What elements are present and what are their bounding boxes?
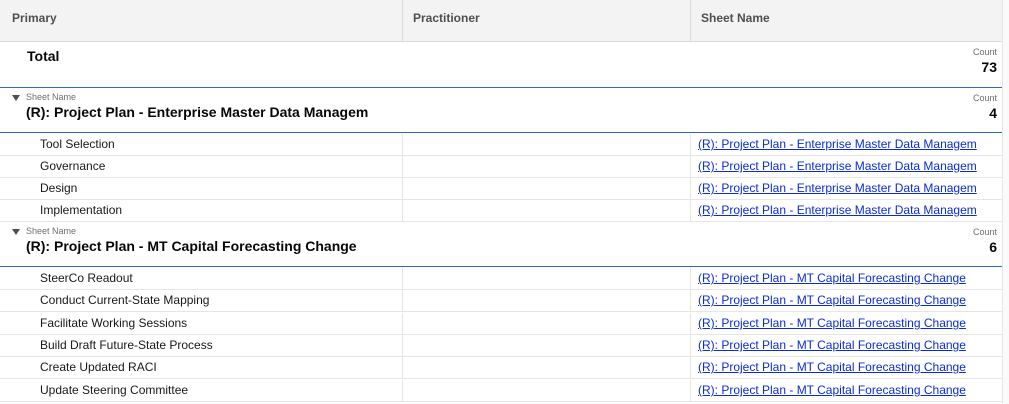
sheet-name-cell: (R): Project Plan - MT Capital Forecasti… (691, 268, 1002, 290)
table-row: Build Draft Future-State Process (R): Pr… (0, 335, 1002, 357)
practitioner-cell (403, 290, 691, 312)
group-count-label: Count (972, 93, 997, 103)
primary-cell: Build Draft Future-State Process (0, 335, 403, 357)
sheet-name-link[interactable]: (R): Project Plan - MT Capital Forecasti… (698, 316, 966, 330)
triangle-down-icon[interactable] (12, 95, 20, 101)
report-table: Primary Practitioner Sheet Name Total Co… (0, 0, 1009, 404)
group-field-label: Sheet Name (26, 226, 77, 236)
table-header: Primary Practitioner Sheet Name (0, 0, 1002, 42)
practitioner-cell (403, 200, 691, 222)
sheet-name-cell: (R): Project Plan - Enterprise Master Da… (691, 156, 1002, 178)
sheet-name-cell: (R): Project Plan - Enterprise Master Da… (691, 178, 1002, 200)
primary-cell: Update Steering Committee (0, 380, 403, 402)
sheet-name-link[interactable]: (R): Project Plan - Enterprise Master Da… (698, 203, 977, 217)
table-row: Conduct Current-State Mapping (R): Proje… (0, 290, 1002, 312)
primary-cell: Tool Selection (0, 134, 403, 156)
practitioner-cell (403, 335, 691, 357)
sheet-name-link[interactable]: (R): Project Plan - Enterprise Master Da… (698, 181, 977, 195)
grand-total-row: Total Count 73 (0, 43, 1002, 88)
sheet-name-link[interactable]: (R): Project Plan - MT Capital Forecasti… (698, 383, 966, 397)
group-count-label: Count (972, 227, 997, 237)
sheet-name-link[interactable]: (R): Project Plan - MT Capital Forecasti… (698, 271, 966, 285)
sheet-name-cell: (R): Project Plan - Enterprise Master Da… (691, 134, 1002, 156)
primary-cell: Governance (0, 156, 403, 178)
sheet-name-link[interactable]: (R): Project Plan - MT Capital Forecasti… (698, 293, 966, 307)
primary-cell: Facilitate Working Sessions (0, 313, 403, 335)
practitioner-cell (403, 178, 691, 200)
table-row: Update Steering Committee (R): Project P… (0, 380, 1002, 402)
table-row: Facilitate Working Sessions (R): Project… (0, 313, 1002, 335)
table-row: Design (R): Project Plan - Enterprise Ma… (0, 178, 1002, 200)
table-row: SteerCo Readout (R): Project Plan - MT C… (0, 268, 1002, 290)
column-header-primary[interactable]: Primary (0, 0, 403, 42)
primary-cell: Design (0, 178, 403, 200)
group-name: (R): Project Plan - MT Capital Forecasti… (26, 238, 357, 254)
group-field-label: Sheet Name (26, 92, 77, 102)
practitioner-cell (403, 380, 691, 402)
sheet-name-cell: (R): Project Plan - MT Capital Forecasti… (691, 313, 1002, 335)
grand-total-count-label: Count (972, 47, 997, 57)
group-count: 6 (989, 239, 997, 255)
group-count: 4 (989, 105, 997, 121)
table-row: Governance (R): Project Plan - Enterpris… (0, 156, 1002, 178)
primary-cell: Conduct Current-State Mapping (0, 290, 403, 312)
table-row: Implementation (R): Project Plan - Enter… (0, 200, 1002, 222)
practitioner-cell (403, 313, 691, 335)
group-header: Sheet Name (R): Project Plan - Enterpris… (0, 89, 1002, 133)
column-header-sheet-name[interactable]: Sheet Name (691, 0, 1002, 42)
practitioner-cell (403, 357, 691, 379)
practitioner-cell (403, 156, 691, 178)
group-header: Sheet Name (R): Project Plan - MT Capita… (0, 223, 1002, 267)
table-row: Create Updated RACI (R): Project Plan - … (0, 357, 1002, 379)
column-header-practitioner[interactable]: Practitioner (403, 0, 691, 42)
sheet-name-link[interactable]: (R): Project Plan - Enterprise Master Da… (698, 137, 977, 151)
sheet-name-link[interactable]: (R): Project Plan - MT Capital Forecasti… (698, 360, 966, 374)
grand-total-count: 73 (981, 59, 997, 75)
sheet-name-cell: (R): Project Plan - MT Capital Forecasti… (691, 335, 1002, 357)
table-row: Tool Selection (R): Project Plan - Enter… (0, 134, 1002, 156)
sheet-name-cell: (R): Project Plan - MT Capital Forecasti… (691, 290, 1002, 312)
sheet-name-link[interactable]: (R): Project Plan - MT Capital Forecasti… (698, 338, 966, 352)
triangle-down-icon[interactable] (12, 229, 20, 235)
primary-cell: SteerCo Readout (0, 268, 403, 290)
sheet-name-cell: (R): Project Plan - MT Capital Forecasti… (691, 357, 1002, 379)
sheet-name-cell: (R): Project Plan - Enterprise Master Da… (691, 200, 1002, 222)
sheet-name-cell: (R): Project Plan - MT Capital Forecasti… (691, 380, 1002, 402)
group-name: (R): Project Plan - Enterprise Master Da… (26, 104, 369, 120)
scrollbar-track[interactable] (1002, 0, 1009, 404)
sheet-name-link[interactable]: (R): Project Plan - Enterprise Master Da… (698, 159, 977, 173)
primary-cell: Create Updated RACI (0, 357, 403, 379)
practitioner-cell (403, 268, 691, 290)
primary-cell: Implementation (0, 200, 403, 222)
grand-total-label: Total (27, 48, 60, 64)
practitioner-cell (403, 134, 691, 156)
